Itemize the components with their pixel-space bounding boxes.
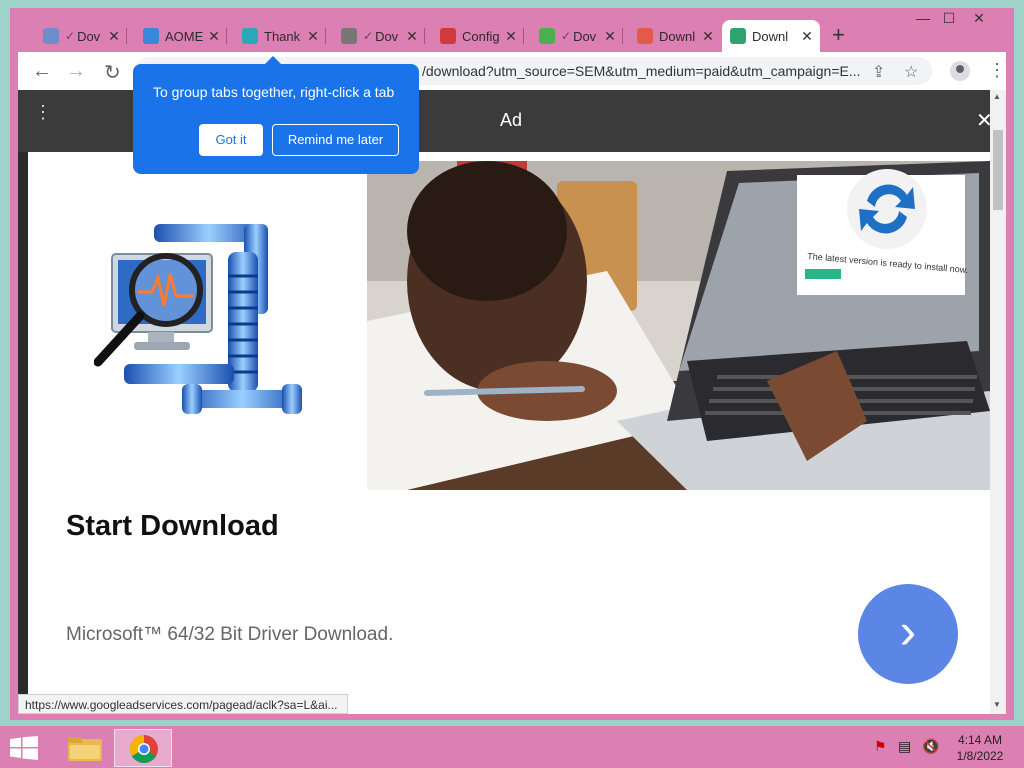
tab-close-icon[interactable]: ✕	[701, 28, 715, 45]
tab-close-icon[interactable]: ✕	[107, 28, 121, 45]
clock-time: 4:14 AM	[957, 733, 1003, 747]
tab-check-icon: ✓	[561, 29, 572, 43]
tab-favicon-icon	[341, 28, 357, 44]
vise-monitor-logo[interactable]	[94, 216, 304, 426]
page-left-border	[18, 152, 28, 714]
tab-title: AOME	[165, 28, 203, 44]
scroll-down-icon[interactable]: ▼	[993, 700, 1001, 709]
reload-button[interactable]: ↻	[104, 60, 121, 85]
browser-tab[interactable]: Downl ✕	[722, 20, 820, 52]
file-explorer-icon[interactable]	[56, 729, 114, 767]
tab-favicon-icon	[539, 28, 555, 44]
url-text[interactable]: /download?utm_source=SEM&utm_medium=paid…	[422, 63, 861, 79]
ad-description[interactable]: Microsoft™ 64/32 Bit Driver Download.	[66, 624, 393, 646]
tab-favicon-icon	[637, 28, 653, 44]
scrollbar-thumb[interactable]	[993, 130, 1003, 210]
tab-favicon-icon	[143, 28, 159, 44]
profile-avatar-icon[interactable]	[950, 61, 970, 81]
tooltip-message: To group tabs together, right-click a ta…	[153, 84, 395, 100]
tab-title: Config	[462, 28, 500, 44]
share-icon[interactable]: ⇪	[872, 62, 885, 82]
ad-label: Ad	[500, 110, 523, 130]
remind-later-button[interactable]: Remind me later	[272, 124, 399, 156]
browser-menu-icon[interactable]: ⋮	[988, 60, 1006, 81]
tab-title: Dov	[375, 28, 399, 44]
maximize-button[interactable]: ☐	[934, 10, 964, 27]
windows-start-icon[interactable]	[10, 736, 38, 760]
browser-tab[interactable]: Config ✕	[432, 20, 524, 52]
tab-title: Thank	[264, 28, 301, 44]
tab-title: Dov	[573, 28, 597, 44]
ad-next-button[interactable]: ›	[858, 584, 958, 684]
network-icon[interactable]: ▤	[898, 738, 911, 755]
tab-favicon-icon	[43, 28, 59, 44]
tab-separator	[523, 28, 524, 44]
clock-date: 1/8/2022	[956, 749, 1004, 763]
forward-button[interactable]: →	[66, 60, 86, 83]
tab-separator	[622, 28, 623, 44]
tab-close-icon[interactable]: ✕	[207, 28, 221, 45]
chrome-taskbar-icon[interactable]	[114, 729, 172, 767]
system-clock[interactable]: 4:14 AM 1/8/2022	[952, 732, 1008, 764]
tab-close-icon[interactable]: ✕	[306, 28, 320, 45]
bookmark-star-icon[interactable]: ☆	[904, 62, 918, 82]
taskbar: ⚑ ▤ 🔇 4:14 AM 1/8/2022	[0, 726, 1024, 768]
tab-separator	[325, 28, 326, 44]
ad-hero-image[interactable]: The latest version is ready to install n…	[367, 161, 990, 490]
tab-close-icon[interactable]: ✕	[800, 28, 814, 45]
browser-tab[interactable]: ✓ Dov ✕	[333, 20, 425, 52]
tab-separator	[226, 28, 227, 44]
tab-close-icon[interactable]: ✕	[603, 28, 617, 45]
flag-icon[interactable]: ⚑	[874, 738, 887, 755]
tab-title: Dov	[77, 28, 101, 44]
close-window-button[interactable]: ✕	[964, 10, 994, 27]
tab-favicon-icon	[242, 28, 258, 44]
tab-favicon-icon	[730, 28, 746, 44]
tab-title: Downl	[752, 28, 789, 44]
browser-tab[interactable]: Thank ✕	[234, 20, 326, 52]
got-it-button[interactable]: Got it	[199, 124, 263, 156]
scroll-up-icon[interactable]: ▲	[993, 92, 1001, 101]
ad-menu-icon[interactable]: ⋮	[34, 103, 52, 121]
browser-tab[interactable]: ✓ Dov ✕	[35, 20, 127, 52]
browser-tab[interactable]: AOME ✕	[135, 20, 227, 52]
page-scrollbar[interactable]: ▲ ▼	[990, 90, 1006, 714]
tab-favicon-icon	[440, 28, 456, 44]
status-bar-url: https://www.googleadservices.com/pagead/…	[18, 694, 348, 714]
new-tab-button[interactable]: +	[832, 22, 845, 48]
ad-headline[interactable]: Start Download	[66, 510, 279, 543]
page-content: ⋮ Ad ✕ The latest version is ready to in…	[18, 90, 1006, 714]
tab-close-icon[interactable]: ✕	[504, 28, 518, 45]
tab-strip: + — ☐ ✕ ✓ Dov ✕ AOME ✕ Thank ✕ ✓ Dov ✕ Config ✕ ✓ Dov…	[10, 8, 1014, 52]
browser-tab[interactable]: Downl ✕	[629, 20, 721, 52]
tab-check-icon: ✓	[65, 29, 76, 43]
back-button[interactable]: ←	[32, 60, 52, 83]
tab-close-icon[interactable]: ✕	[405, 28, 419, 45]
tab-check-icon: ✓	[363, 29, 374, 43]
browser-tab[interactable]: ✓ Dov ✕	[531, 20, 623, 52]
tab-group-tooltip: To group tabs together, right-click a ta…	[133, 56, 419, 174]
tab-separator	[126, 28, 127, 44]
volume-muted-icon[interactable]: 🔇	[922, 738, 939, 755]
tab-separator	[424, 28, 425, 44]
tab-title: Downl	[659, 28, 696, 44]
